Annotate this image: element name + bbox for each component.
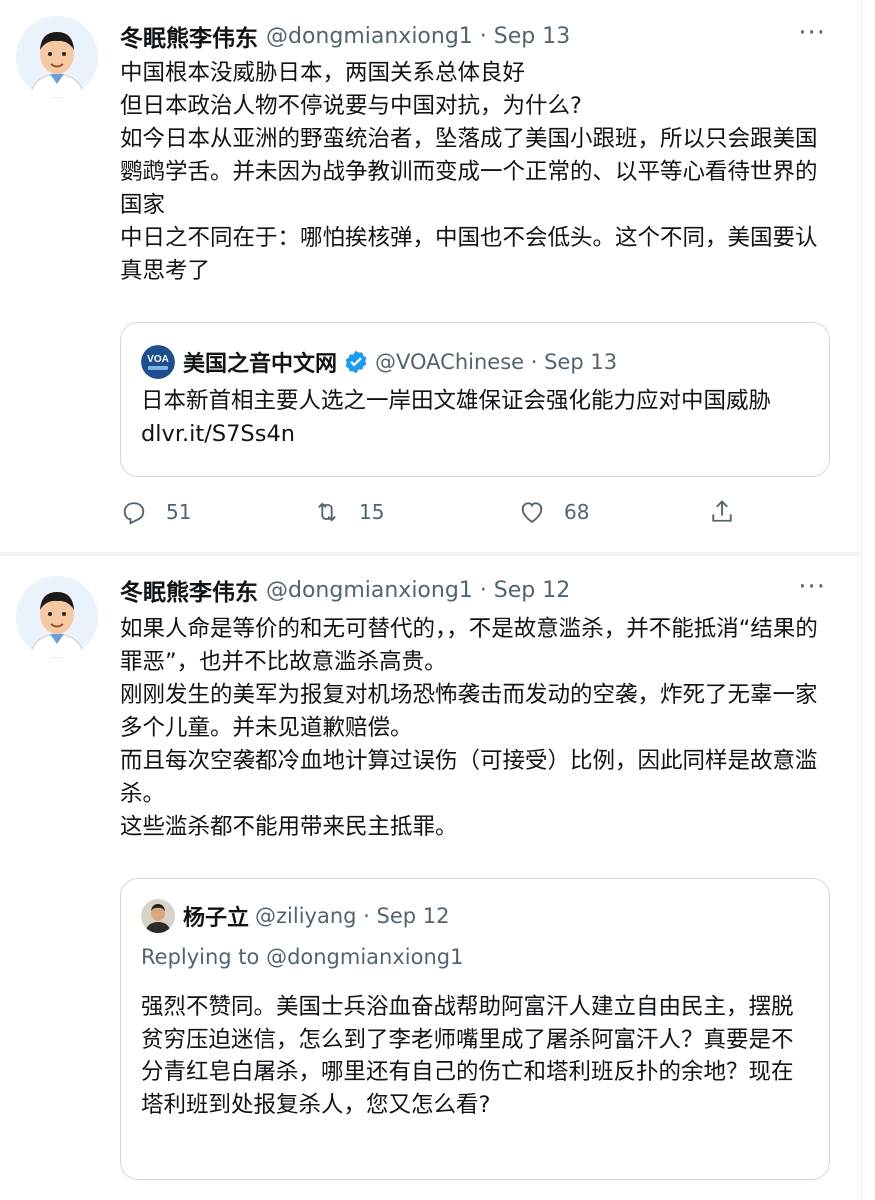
avatar [141,899,175,933]
tweet-paragraph: 中日之不同在于：哪怕挨核弹，中国也不会低头。这个不同，美国要认真思考了 [120,225,818,284]
reply-icon [123,502,145,525]
tweet-header: 冬眠熊李伟东 @dongmianxiong1 · Sep 13 ··· [120,18,830,54]
quoted-author-name[interactable]: 杨子立 [183,900,249,932]
tweet-paragraph: 中国根本没威胁日本，两国关系总体良好 [120,60,526,86]
tweet-paragraph: 而且每次空袭都冷血地计算过误伤（可接受）比例，因此同样是故意滥杀。 [120,748,818,807]
more-options-icon[interactable]: ··· [798,572,826,602]
reply-button[interactable]: 51 [120,498,191,526]
tweet[interactable]: 冬眠熊李伟东 @dongmianxiong1 · Sep 13 ··· 中国根本… [0,0,860,552]
retweet-button[interactable]: 15 [313,498,384,526]
like-button[interactable]: 68 [518,498,589,526]
tweet-paragraph: 这些滥杀都不能用带来民主抵罪。 [120,814,458,840]
cartoon-avatar-icon [16,16,98,98]
quoted-tweet[interactable]: VOA 美国之音中文网 @VOAChinese · Sep 13 日本新首相主要… [120,322,830,477]
author-handle-date[interactable]: @dongmianxiong1 · Sep 13 [266,24,570,49]
tweet-paragraph: 如今日本从亚洲的野蛮统治者，坠落成了美国小跟班，所以只会跟美国鹦鹉学舌。并未因为… [120,126,818,218]
share-icon [712,500,732,522]
tweet-paragraph: 但日本政治人物不停说要与中国对抗，为什么? [120,93,582,119]
reply-count: 51 [166,500,192,524]
author-handle-date[interactable]: @dongmianxiong1 · Sep 12 [266,578,570,603]
like-count: 68 [564,500,590,524]
person-photo-icon [141,899,175,933]
tweet-actions: 51 15 68 [120,498,740,534]
tweet-header: 冬眠熊李伟东 @dongmianxiong1 · Sep 12 ··· [120,572,830,608]
avatar[interactable] [16,576,98,658]
retweet-count: 15 [359,500,385,524]
tweet[interactable]: 冬眠熊李伟东 @dongmianxiong1 · Sep 12 ··· 如果人命… [0,556,860,1200]
quoted-tweet-text: 强烈不赞同。美国士兵浴血奋战帮助阿富汗人建立自由民主，摆脱贫穷压迫迷信，怎么到了… [141,994,794,1118]
avatar[interactable] [16,16,98,98]
quoted-author-name[interactable]: 美国之音中文网 [183,346,337,378]
tweet-text: 中国根本没威胁日本，两国关系总体良好 但日本政治人物不停说要与中国对抗，为什么?… [120,57,832,288]
voa-logo-icon: VOA [141,345,175,379]
retweet-icon [318,502,336,522]
author-name[interactable]: 冬眠熊李伟东 [120,19,258,53]
replying-to[interactable]: Replying to @dongmianxiong1 [141,945,463,969]
tweet-paragraph: 刚刚发生的美军为报复对机场恐怖袭击而发动的空袭，炸死了无辜一家多个儿童。并未见道… [120,682,818,741]
author-name[interactable]: 冬眠熊李伟东 [120,573,258,607]
quoted-handle-date[interactable]: @VOAChinese · Sep 13 [375,350,617,374]
tweet-text: 如果人命是等价的和无可替代的，，不是故意滥杀，并不能抵消“结果的罪恶”，也并不比… [120,613,832,844]
share-button[interactable] [708,498,736,526]
quoted-handle-date[interactable]: @ziliyang · Sep 12 [255,904,449,928]
quoted-tweet-header: VOA 美国之音中文网 @VOAChinese · Sep 13 [141,345,617,379]
quoted-tweet-header: 杨子立 @ziliyang · Sep 12 [141,899,449,933]
cartoon-avatar-icon [16,576,98,658]
quoted-tweet[interactable]: 杨子立 @ziliyang · Sep 12 Replying to @dong… [120,878,830,1180]
heart-icon [521,502,543,524]
tweet-paragraph: 如果人命是等价的和无可替代的，，不是故意滥杀，并不能抵消“结果的罪恶”，也并不比… [120,616,818,675]
quoted-tweet-text: 日本新首相主要人选之一岸田文雄保证会强化能力应对中国威胁 dlvr.it/S7S… [141,388,772,447]
more-options-icon[interactable]: ··· [798,18,826,48]
timeline-border [861,0,862,1200]
voa-logo-text: VOA [147,354,169,365]
verified-badge-icon [345,350,367,374]
